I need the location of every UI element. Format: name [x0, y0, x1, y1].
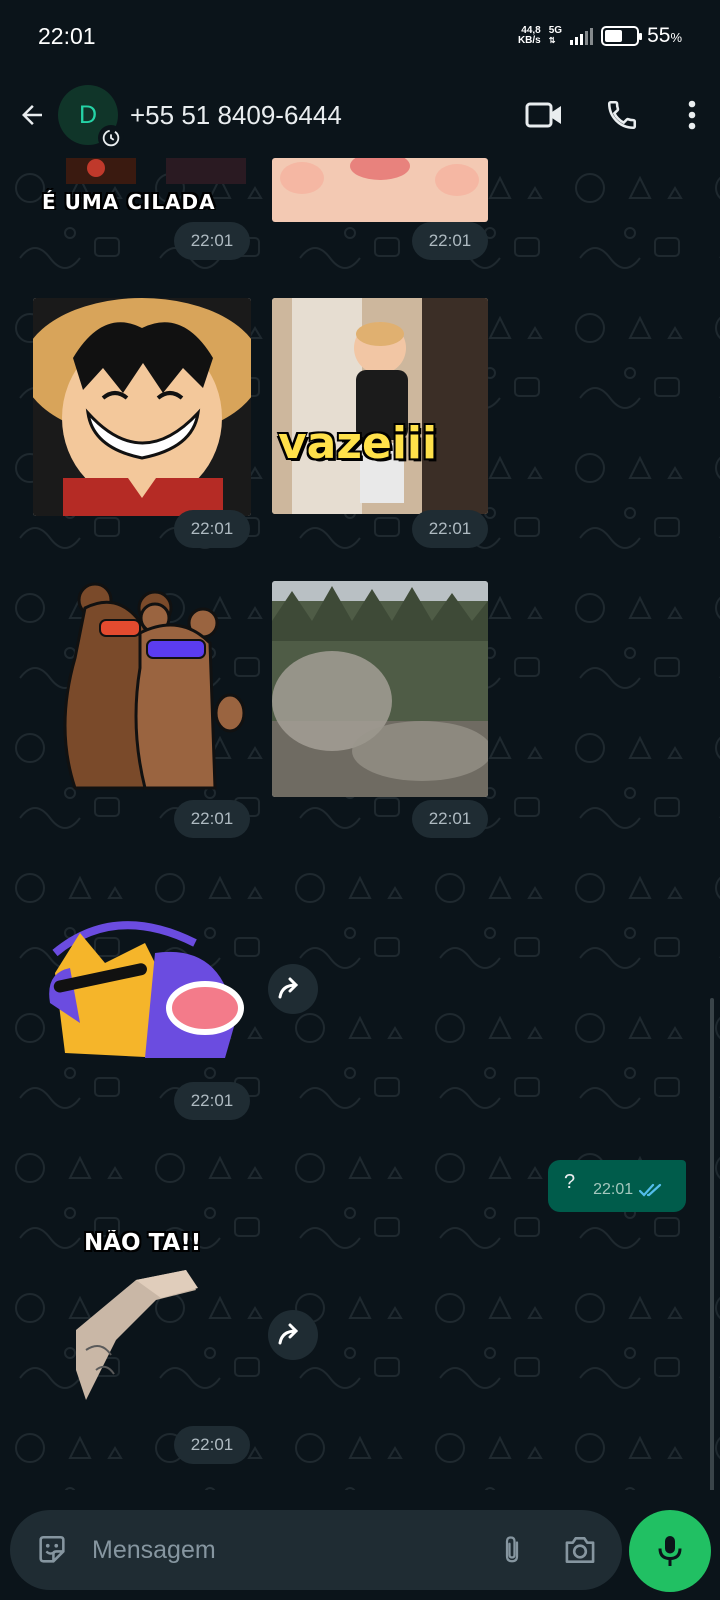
message-time: 22:01 [174, 510, 250, 548]
video-call-icon [525, 102, 561, 128]
gif-baby-face[interactable] [272, 158, 488, 222]
paperclip-icon [505, 1536, 519, 1563]
back-button[interactable] [12, 95, 52, 135]
message-time: 22:01 [174, 1426, 250, 1464]
sticker-caption: É UMA CILADA [42, 190, 216, 210]
voice-message-button[interactable] [629, 1510, 711, 1592]
baby-image [272, 298, 488, 514]
gif-baby-vazeiii[interactable]: vazeiii [272, 298, 488, 514]
forward-button[interactable] [268, 1310, 318, 1360]
sticker-emoji-icon [39, 1535, 65, 1563]
sticker-cat-headphones[interactable] [35, 913, 245, 1063]
network-speed: 44,8 KB/s [517, 25, 541, 46]
battery-icon [601, 26, 643, 46]
message-time: 22:01 [412, 222, 488, 260]
message-composer: Mensagem [0, 1490, 720, 1600]
forward-icon [278, 1323, 299, 1345]
message-time: 22:01 [174, 1082, 250, 1120]
chat-area[interactable]: É UMA CILADA 22:01 22:01 vazeiii 22:01 2… [0, 158, 720, 1490]
disappearing-timer-icon [98, 125, 124, 151]
bears-image [63, 582, 245, 790]
battery-percent: 55% [647, 24, 682, 47]
chat-header: D +55 51 8409-6444 [0, 72, 720, 158]
sticker-caption: NÃO TA!! [84, 1230, 202, 1256]
message-time: 22:01 [593, 1181, 634, 1198]
sticker-nao-ta[interactable]: NÃO TA!! [76, 1230, 236, 1400]
emoji-sticker-button[interactable] [28, 1526, 76, 1574]
voice-call-icon [607, 100, 637, 130]
network-type: 5G ⇅ [548, 25, 563, 46]
sticker-caption: vazeiii [278, 418, 438, 469]
message-time: 22:01 [412, 510, 488, 548]
cat-image [49, 921, 244, 1058]
more-options-button[interactable] [672, 87, 712, 143]
message-input[interactable]: Mensagem [10, 1510, 622, 1590]
avatar[interactable]: D [58, 85, 124, 151]
message-placeholder: Mensagem [92, 1535, 216, 1564]
camera-button[interactable] [556, 1526, 604, 1574]
sticker-cilada-image [66, 158, 246, 184]
message-time: 22:01 [174, 222, 250, 260]
message-text: ? [564, 1170, 576, 1193]
forward-button[interactable] [268, 964, 318, 1014]
forest-image [272, 581, 488, 797]
contact-name[interactable]: +55 51 8409-6444 [130, 100, 516, 131]
status-indicators: 44,8 KB/s 5G ⇅ 55% [518, 24, 682, 48]
sticker-cilada[interactable]: É UMA CILADA [36, 158, 256, 210]
voice-call-button[interactable] [594, 87, 650, 143]
message-time: 22:01 [412, 800, 488, 838]
video-call-button[interactable] [516, 87, 572, 143]
more-options-icon [688, 100, 696, 130]
gif-tree-explosion[interactable] [272, 581, 488, 797]
luffy-image [33, 298, 251, 516]
attach-button[interactable] [488, 1526, 536, 1574]
status-time: 22:01 [38, 22, 96, 49]
back-arrow-icon [22, 105, 42, 125]
camera-icon [565, 1537, 595, 1563]
sticker-bears[interactable] [55, 578, 245, 798]
read-ticks-icon [639, 1183, 662, 1197]
microphone-icon [658, 1536, 682, 1566]
signal-icon [570, 27, 594, 45]
forward-icon [278, 977, 299, 999]
message-time: 22:01 [174, 800, 250, 838]
status-bar: 22:01 44,8 KB/s 5G ⇅ 55% [0, 0, 720, 72]
hand-image [76, 1270, 198, 1400]
sticker-luffy[interactable] [33, 298, 251, 516]
scrollbar[interactable] [710, 998, 714, 1490]
outgoing-message[interactable]: ? 22:01 [548, 1160, 686, 1212]
